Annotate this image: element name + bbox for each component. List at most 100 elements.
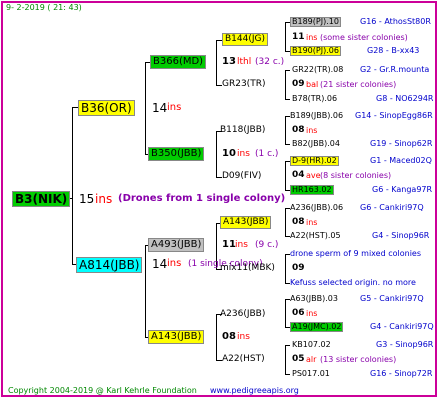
connector [145, 245, 146, 337]
gen4-node[interactable]: B189(JBB).06 [290, 112, 343, 120]
gen4-origin: G2 - Gr.R.mounta [360, 65, 430, 74]
gen2-ins-3: ins [237, 332, 250, 342]
gen4-node[interactable]: Kefuss selected origin. no more [290, 279, 416, 287]
connector [285, 22, 286, 51]
gen4-node[interactable]: HR163.02 [290, 185, 334, 195]
gen2-num-3: 08 [222, 331, 236, 342]
gen3-node-2[interactable]: B118(JBB) [220, 126, 265, 135]
root-note: (Drones from 1 single colony) [118, 193, 286, 204]
connector [285, 345, 286, 374]
gen4-node[interactable]: A19(JMC).02 [290, 322, 344, 332]
gen4-ins: alr [306, 355, 317, 364]
gen2-ins-0: lthl [237, 57, 252, 67]
gen4-num: 11 [292, 32, 305, 42]
gen2-ins-2: ins [235, 240, 248, 250]
gen4-note: (21 sister colonies) [320, 80, 397, 89]
gen2-node-1[interactable]: B350(JBB) [148, 147, 205, 161]
connector [145, 62, 146, 154]
gen4-origin: G6 - Cankiri97Q [360, 203, 424, 212]
connector [72, 107, 73, 264]
gen2-node-0[interactable]: B366(MD) [150, 55, 207, 69]
gen4-num: 04 [292, 170, 305, 180]
gen4-origin: G14 - SinopEgg86R [355, 111, 433, 120]
gen4-origin: G3 - Sinop96R [376, 340, 434, 349]
connector [285, 254, 286, 283]
gen4-node[interactable]: B82(JBB).04 [292, 140, 340, 148]
gen4-num: 05 [292, 354, 305, 364]
gen4-ins: ins [306, 309, 318, 318]
gen4-node[interactable]: PS017.01 [292, 370, 330, 378]
gen3-node-4[interactable]: A143(JBB) [220, 216, 272, 229]
gen3-node-5[interactable]: mix11(MBK) [220, 264, 275, 273]
gen4-num: 09 [292, 263, 305, 273]
gen4-note: (13 sister colonies) [320, 355, 397, 364]
gen1-ins-1: ins [167, 258, 182, 269]
gen4-node[interactable]: A22(HST).05 [290, 232, 341, 240]
gen4-node[interactable]: A63(JBB).03 [290, 295, 338, 303]
gen2-note-0: (32 c.) [255, 57, 285, 67]
gen2-node-3[interactable]: A143(JBB) [148, 330, 205, 344]
header-date: 9- 2-2019 ( 21: 43) [6, 3, 82, 12]
connector [285, 161, 286, 190]
gen4-node[interactable]: A236(JBB).06 [290, 204, 343, 212]
gen4-ins: ins [306, 33, 318, 42]
gen4-origin: G4 - Cankiri97Q [370, 322, 434, 331]
gen4-origin: G16 - Sinop72R [370, 369, 433, 378]
gen4-note: (8 sister colonies) [320, 171, 392, 180]
connector [285, 116, 286, 144]
gen4-num: 08 [292, 217, 305, 227]
connector [285, 70, 290, 71]
gen2-node-2[interactable]: A493(JBB) [148, 238, 205, 252]
gen3-node-6[interactable]: A236(JBB) [220, 310, 265, 319]
gen2-note-2: (9 c.) [255, 240, 279, 250]
gen4-note: (some sister colonies) [320, 33, 408, 42]
connector [285, 374, 290, 375]
gen2-note-1: (1 c.) [255, 149, 279, 159]
footer-copyright: Copyright 2004-2019 @ Karl Kehrle Founda… [8, 386, 197, 395]
gen2-ins-1: ins [237, 149, 250, 159]
gen4-num: 09 [292, 79, 305, 89]
gen4-origin: G5 - Cankiri97Q [360, 294, 424, 303]
gen4-node[interactable]: B189(PJ).10 [290, 17, 341, 27]
gen4-ins: ave [306, 171, 321, 180]
gen4-num: 08 [292, 125, 305, 135]
gen4-origin: G28 - B-xx43 [367, 46, 420, 55]
connector [285, 208, 286, 236]
gen1-node-0[interactable]: B36(OR) [78, 100, 135, 116]
gen2-num-2: 11 [222, 239, 236, 250]
gen4-node[interactable]: D-9(HR).02 [290, 156, 339, 166]
connector [285, 99, 290, 100]
gen3-node-0[interactable]: B144(JG) [222, 33, 269, 46]
gen4-node[interactable]: B190(PJ).06 [290, 46, 341, 56]
connector [285, 144, 290, 145]
pedigree-frame: 9- 2-2019 ( 21: 43) B3(NIK) 15 ins (Dron… [0, 0, 440, 400]
root-num: 15 [79, 192, 95, 206]
gen2-num-0: 13 [222, 56, 236, 67]
gen4-ins: ins [306, 218, 318, 227]
gen4-node[interactable]: B78(TR).06 [292, 95, 337, 103]
gen4-node[interactable]: GR22(TR).08 [292, 66, 343, 74]
gen3-node-3[interactable]: D09(FIV) [222, 172, 261, 181]
gen1-num-0: 14 [152, 101, 168, 115]
gen4-origin: G6 - Kanga97R [372, 185, 433, 194]
gen4-origin: G19 - Sinop62R [370, 139, 433, 148]
connector [285, 299, 286, 327]
connector [216, 314, 217, 360]
connector [216, 40, 217, 85]
gen1-node-1[interactable]: A814(JBB) [76, 257, 143, 273]
root-node[interactable]: B3(NIK) [12, 191, 71, 207]
gen1-num-1: 14 [152, 257, 168, 271]
gen4-node[interactable]: KB107.02 [292, 341, 331, 349]
gen1-ins-0: ins [167, 102, 182, 113]
connector [216, 131, 217, 177]
gen4-origin: G4 - Sinop96R [372, 231, 430, 240]
footer-site[interactable]: www.pedigreeapis.org [210, 387, 299, 395]
gen4-num: 06 [292, 308, 305, 318]
gen3-node-7[interactable]: A22(HST) [222, 355, 265, 364]
gen3-node-1[interactable]: GR23(TR) [222, 80, 265, 89]
gen4-ins: bal [306, 80, 319, 89]
gen2-num-1: 10 [222, 148, 236, 159]
gen4-node[interactable]: drone sperm of 9 mixed colonies [290, 250, 421, 258]
root-ins: ins [95, 192, 113, 206]
gen4-origin: G16 - AthosSt80R [360, 17, 431, 26]
